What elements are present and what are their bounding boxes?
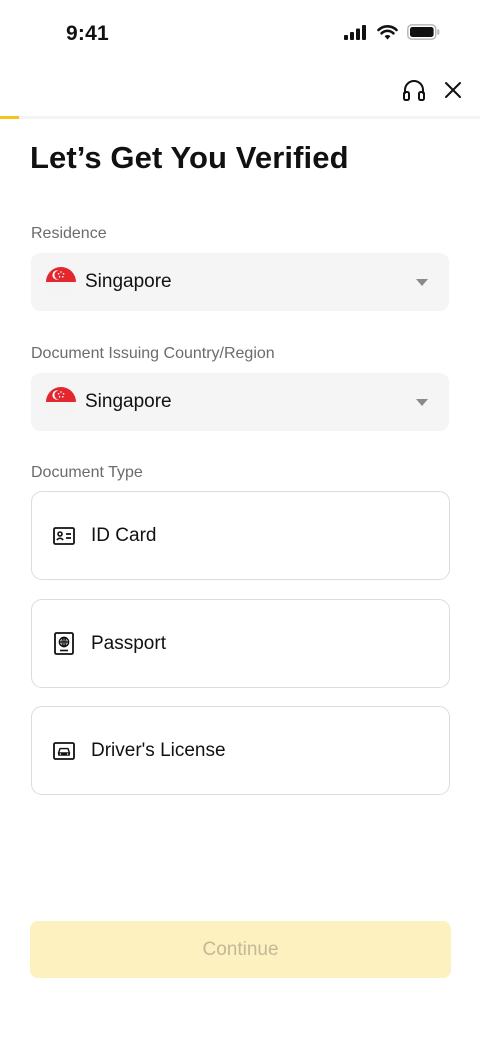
header: [0, 64, 480, 116]
passport-icon: [52, 632, 76, 656]
issuing-country-select[interactable]: Singapore: [31, 373, 449, 431]
wifi-icon: [377, 24, 398, 39]
singapore-flag-icon: [46, 267, 76, 297]
chevron-down-icon: [416, 279, 428, 286]
status-time: 9:41: [66, 22, 109, 45]
document-option-label: Passport: [91, 632, 166, 654]
document-type-label: Document Type: [31, 464, 143, 481]
id-card-icon: [52, 524, 76, 548]
singapore-flag-icon: [46, 387, 76, 417]
residence-label: Residence: [31, 225, 107, 242]
page-title: Let’s Get You Verified: [30, 140, 349, 175]
progress-fill: [0, 116, 20, 119]
progress-bar: [0, 116, 480, 119]
document-option-id-card[interactable]: ID Card: [31, 491, 450, 580]
document-option-drivers-license[interactable]: Driver's License: [31, 706, 450, 795]
cellular-signal-icon: [344, 24, 366, 40]
residence-select[interactable]: Singapore: [31, 253, 449, 311]
drivers-license-icon: [52, 739, 76, 763]
status-icons: [344, 24, 440, 40]
issuing-country-label: Document Issuing Country/Region: [31, 345, 275, 362]
document-option-label: Driver's License: [91, 739, 226, 761]
close-icon[interactable]: [441, 78, 465, 102]
residence-value: Singapore: [85, 271, 172, 292]
document-option-passport[interactable]: Passport: [31, 599, 450, 688]
continue-button[interactable]: Continue: [30, 921, 451, 978]
chevron-down-icon: [416, 399, 428, 406]
issuing-country-value: Singapore: [85, 391, 172, 412]
headset-icon[interactable]: [401, 78, 427, 104]
document-option-label: ID Card: [91, 524, 157, 546]
battery-icon: [407, 24, 440, 40]
status-bar: 9:41: [0, 0, 480, 64]
